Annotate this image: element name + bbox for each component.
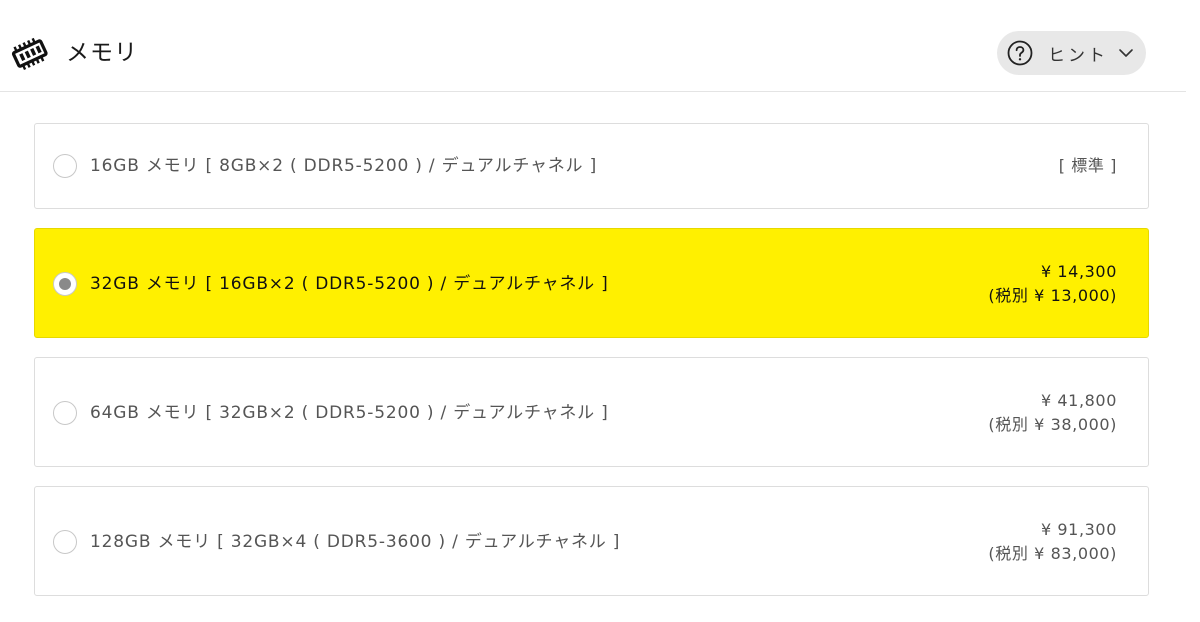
radio-button-selected[interactable] (53, 272, 77, 296)
option-price: [ 標準 ] (1059, 154, 1117, 178)
radio-button[interactable] (53, 401, 77, 425)
price-with-tax: ¥ 91,300 (1040, 520, 1117, 539)
radio-selected-dot (59, 278, 71, 290)
memory-option-64gb[interactable]: 64GB メモリ [ 32GB×2 ( DDR5-5200 ) / デュアルチャ… (34, 357, 1149, 467)
section-title: メモリ (66, 40, 138, 66)
radio-button[interactable] (53, 530, 77, 554)
memory-option-32gb[interactable]: 32GB メモリ [ 16GB×2 ( DDR5-5200 ) / デュアルチャ… (34, 228, 1149, 338)
price-with-tax: ¥ 41,800 (1040, 391, 1117, 410)
option-price: ¥ 91,300 (税別 ¥ 83,000) (988, 518, 1117, 566)
hint-label: ヒント (1048, 45, 1108, 66)
option-label: 128GB メモリ [ 32GB×4 ( DDR5-3600 ) / デュアルチ… (90, 532, 621, 552)
option-price: ¥ 41,800 (税別 ¥ 38,000) (988, 389, 1117, 437)
chevron-down-icon (1119, 49, 1133, 57)
option-price: ¥ 14,300 (税別 ¥ 13,000) (988, 260, 1117, 308)
memory-option-16gb[interactable]: 16GB メモリ [ 8GB×2 ( DDR5-5200 ) / デュアルチャネ… (34, 123, 1149, 209)
hint-toggle-button[interactable]: ヒント (997, 31, 1146, 75)
price-standard-label: [ 標準 ] (1058, 156, 1117, 175)
radio-button[interactable] (53, 154, 77, 178)
memory-option-128gb[interactable]: 128GB メモリ [ 32GB×4 ( DDR5-3600 ) / デュアルチ… (34, 486, 1149, 596)
price-with-tax: ¥ 14,300 (1040, 262, 1117, 281)
option-label: 64GB メモリ [ 32GB×2 ( DDR5-5200 ) / デュアルチャ… (90, 403, 609, 423)
price-without-tax: (税別 ¥ 13,000) (988, 286, 1117, 305)
option-label: 32GB メモリ [ 16GB×2 ( DDR5-5200 ) / デュアルチャ… (90, 274, 609, 294)
price-without-tax: (税別 ¥ 83,000) (988, 544, 1117, 563)
section-header: メモリ ヒント (0, 0, 1186, 92)
question-circle-icon (1007, 40, 1033, 66)
memory-module-icon (11, 37, 48, 71)
price-without-tax: (税別 ¥ 38,000) (988, 415, 1117, 434)
option-label: 16GB メモリ [ 8GB×2 ( DDR5-5200 ) / デュアルチャネ… (90, 156, 597, 176)
